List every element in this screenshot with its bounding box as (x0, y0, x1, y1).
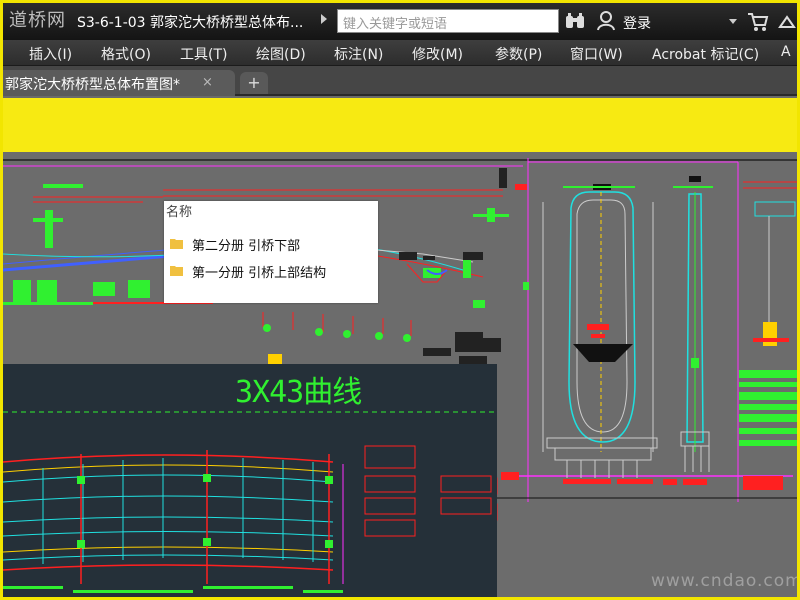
tab-label: 郭家沱大桥桥型总体布置图* (5, 77, 180, 93)
folder-item-label: 第一分册 引桥上部结构 (192, 266, 327, 281)
menu-overflow[interactable]: A (781, 44, 791, 60)
user-icon[interactable] (597, 11, 615, 31)
folder-item-label: 第二分册 引桥下部 (192, 239, 301, 254)
menu-tools[interactable]: 工具(T) (180, 44, 227, 64)
help-icon[interactable] (777, 13, 797, 31)
chevron-down-icon[interactable] (729, 19, 737, 24)
menu-bar: 插入(I) 格式(O) 工具(T) 绘图(D) 标注(N) 修改(M) 参数(P… (3, 40, 797, 66)
menu-window[interactable]: 窗口(W) (570, 44, 623, 64)
tab-active-drawing[interactable]: 郭家沱大桥桥型总体布置图* × (3, 70, 235, 96)
document-title: S3-6-1-03 郭家沱大桥桥型总体布... (77, 15, 304, 31)
right-detail-view (739, 181, 797, 490)
binoculars-icon[interactable] (565, 12, 585, 30)
menu-acrobat-markup[interactable]: Acrobat 标记(C) (652, 44, 759, 64)
folder-item-1[interactable]: 第二分册 引桥下部 (170, 234, 370, 254)
search-input[interactable]: 键入关键字或短语 (337, 9, 559, 33)
watermark-text: www.cndao.com (651, 571, 800, 591)
cart-icon[interactable] (747, 12, 769, 32)
pier-side-view (663, 176, 713, 485)
add-tab-button[interactable]: + (240, 72, 268, 94)
popup-column-header: 名称 (166, 205, 193, 220)
folder-popup[interactable]: 名称 第二分册 引桥下部 第一分册 引桥上部结构 (164, 201, 378, 303)
document-tab-bar: 郭家沱大桥桥型总体布置图* × + (3, 66, 797, 96)
ribbon-placeholder (3, 98, 797, 152)
pier-elevation (542, 184, 658, 484)
menu-parameters[interactable]: 参数(P) (495, 44, 542, 64)
close-icon[interactable]: × (202, 75, 213, 90)
folder-icon (170, 239, 183, 249)
menu-insert[interactable]: 插入(I) (29, 44, 72, 64)
menu-draw[interactable]: 绘图(D) (256, 44, 306, 64)
app-window: 道桥网 S3-6-1-03 郭家沱大桥桥型总体布... 键入关键字或短语 登录 … (0, 0, 800, 600)
menu-modify[interactable]: 修改(M) (412, 44, 463, 64)
folder-icon (170, 266, 183, 276)
login-button[interactable]: 登录 (623, 13, 651, 33)
menu-dimension[interactable]: 标注(N) (334, 44, 383, 64)
folder-item-2[interactable]: 第一分册 引桥上部结构 (170, 261, 370, 281)
menu-format[interactable]: 格式(O) (101, 44, 151, 64)
drawing-title-text: 3X43曲线 (235, 375, 362, 410)
site-logo: 道桥网 (9, 10, 66, 31)
title-bar: 道桥网 S3-6-1-03 郭家沱大桥桥型总体布... 键入关键字或短语 登录 (3, 3, 797, 40)
title-expand-icon[interactable] (321, 14, 327, 24)
